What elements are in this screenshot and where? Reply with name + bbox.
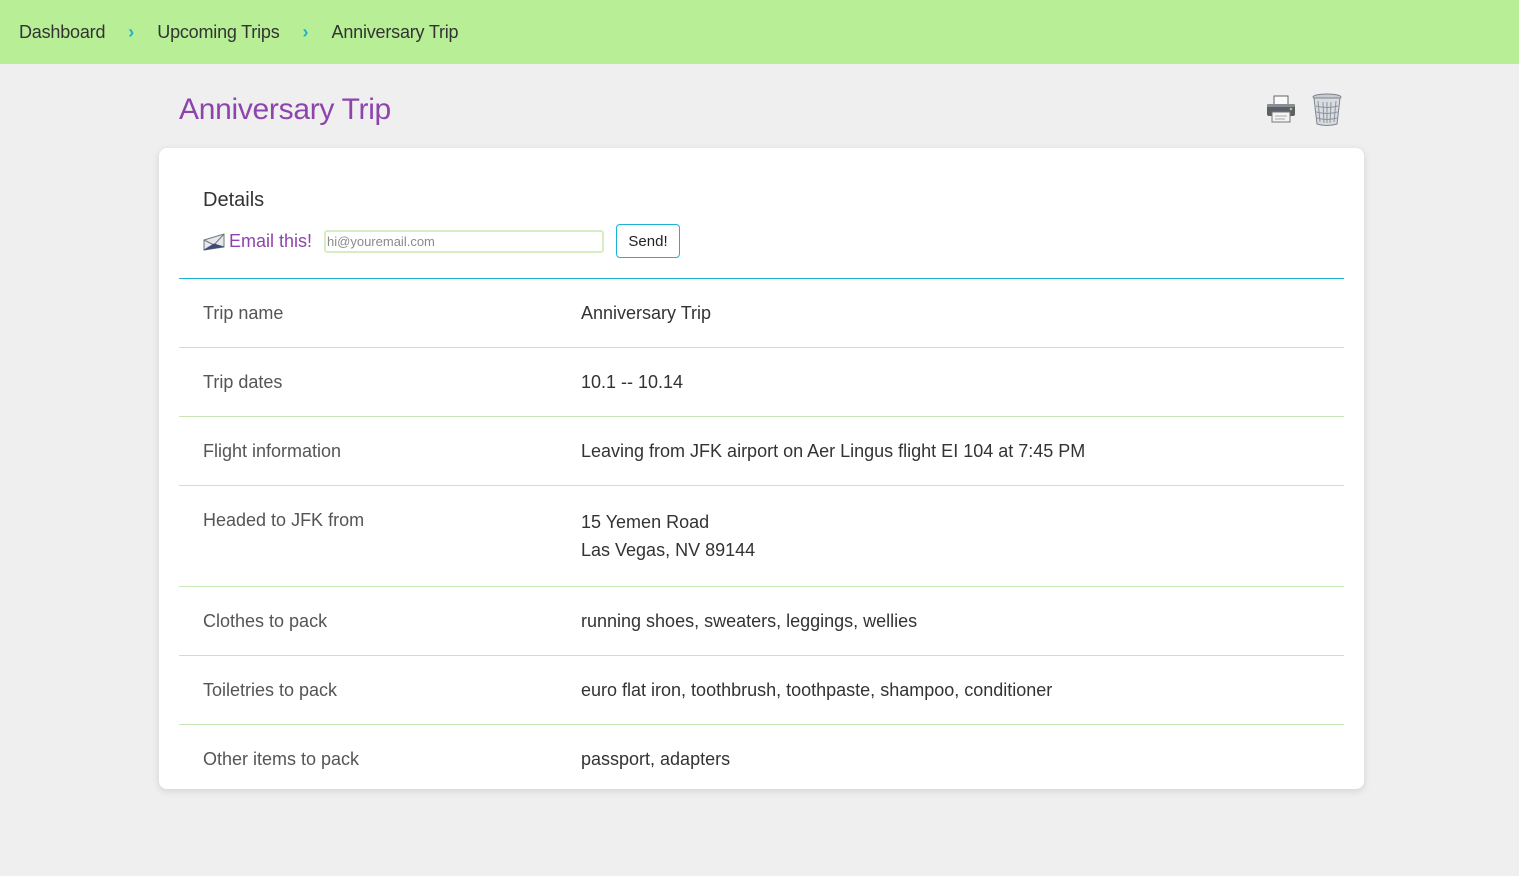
row-value: running shoes, sweaters, leggings, welli… xyxy=(581,611,918,631)
email-this-link[interactable]: Email this! xyxy=(203,231,312,252)
table-row: Clothes to pack running shoes, sweaters,… xyxy=(179,587,1344,656)
details-heading: Details xyxy=(203,189,265,211)
row-value: euro flat iron, toothbrush, toothpaste, … xyxy=(581,680,1053,700)
table-row: Flight information Leaving from JFK airp… xyxy=(179,417,1344,486)
breadcrumb-bar: Dashboard › Upcoming Trips › Anniversary… xyxy=(0,0,1519,64)
row-label: Toiletries to pack xyxy=(203,680,338,700)
delete-button[interactable] xyxy=(1311,92,1343,126)
breadcrumb-dashboard[interactable]: Dashboard xyxy=(19,22,105,43)
email-input[interactable] xyxy=(324,229,605,253)
table-row: Toiletries to pack euro flat iron, tooth… xyxy=(179,656,1344,725)
row-value: passport, adapters xyxy=(581,749,731,769)
address-line-2: Las Vegas, NV 89144 xyxy=(581,540,756,560)
envelope-icon xyxy=(203,233,225,251)
table-row: Headed to JFK from 15 Yemen Road Las Veg… xyxy=(179,486,1344,587)
row-value: 15 Yemen Road Las Vegas, NV 89144 xyxy=(581,508,755,564)
print-button[interactable] xyxy=(1265,92,1297,126)
row-label: Headed to JFK from xyxy=(203,510,365,530)
details-table: Trip name Anniversary Trip Trip dates 10… xyxy=(179,279,1344,793)
chevron-right-icon: › xyxy=(128,21,135,42)
row-value: Leaving from JFK airport on Aer Lingus f… xyxy=(581,441,1086,461)
row-label: Clothes to pack xyxy=(203,611,328,631)
table-row: Trip dates 10.1 -- 10.14 xyxy=(179,348,1344,417)
chevron-right-icon: › xyxy=(302,21,309,42)
row-label: Other items to pack xyxy=(203,749,360,769)
details-card: Details Email this! Send! Trip name Anni… xyxy=(159,148,1364,789)
table-row: Trip name Anniversary Trip xyxy=(179,279,1344,348)
email-this-label: Email this! xyxy=(229,230,313,251)
row-label: Trip dates xyxy=(203,372,283,392)
trash-icon xyxy=(1312,93,1342,126)
breadcrumb-current: Anniversary Trip xyxy=(331,21,459,42)
page-actions xyxy=(1265,92,1343,126)
row-value: Anniversary Trip xyxy=(581,303,712,323)
email-form: Email this! Send! xyxy=(203,224,681,258)
printer-icon xyxy=(1267,95,1295,123)
table-row: Other items to pack passport, adapters xyxy=(179,725,1344,793)
row-label: Flight information xyxy=(203,441,342,461)
page-title: Anniversary Trip xyxy=(179,93,391,126)
address-line-1: 15 Yemen Road xyxy=(581,512,710,532)
row-value: 10.1 -- 10.14 xyxy=(581,372,684,392)
send-button[interactable]: Send! xyxy=(616,224,681,258)
row-label: Trip name xyxy=(203,303,284,323)
breadcrumb-upcoming-trips[interactable]: Upcoming Trips xyxy=(157,22,279,43)
